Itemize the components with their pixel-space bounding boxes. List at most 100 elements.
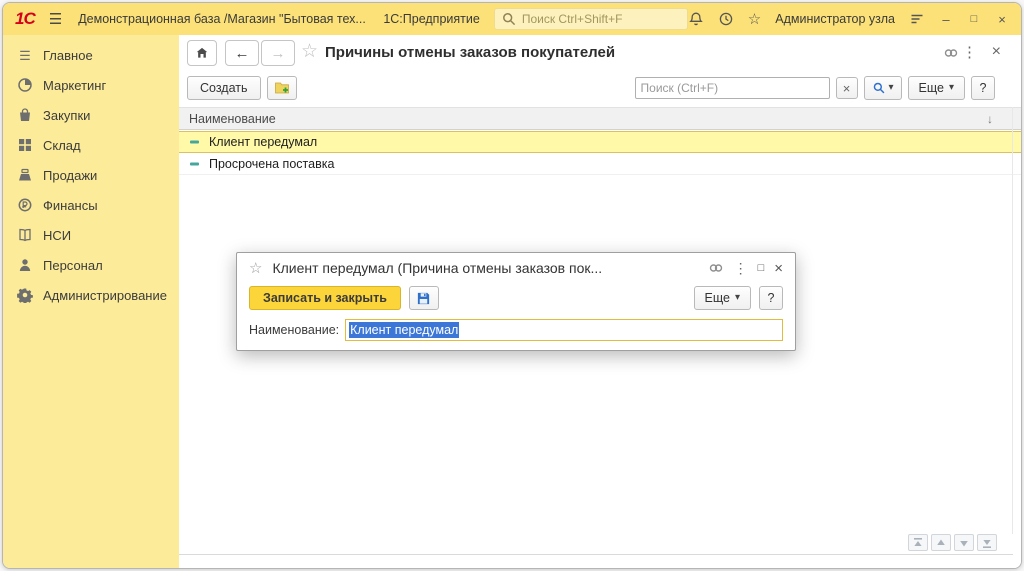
clear-search-button[interactable]: × <box>836 77 858 99</box>
sidebar-item-personal[interactable]: Персонал <box>3 250 179 280</box>
sidebar-item-label: Администрирование <box>43 288 167 303</box>
tools-settings-icon[interactable] <box>909 11 925 27</box>
go-to-bottom-button[interactable] <box>977 534 997 551</box>
dialog-maximize-icon[interactable]: □ <box>758 262 765 274</box>
create-button[interactable]: Создать <box>187 76 261 100</box>
name-field-row: Наименование: Клиент передумал <box>237 313 795 341</box>
sort-descending-icon: ↓ <box>987 112 993 126</box>
warehouse-boxes-icon <box>17 137 33 153</box>
search-icon <box>872 81 886 95</box>
window-close-button[interactable]: × <box>995 13 1009 26</box>
catalog-item-icon <box>189 136 201 148</box>
sidebar-item-label: Главное <box>43 48 93 63</box>
sidebar-item-zakupki[interactable]: Закупки <box>3 100 179 130</box>
notifications-bell-icon[interactable] <box>688 11 704 27</box>
dialog-help-button[interactable]: ? <box>759 286 783 310</box>
dialog-toolbar: Записать и закрыть Еще ▾ ? <box>237 283 795 313</box>
sidebar-item-label: Персонал <box>43 258 103 273</box>
create-group-button[interactable] <box>267 76 297 100</box>
list-search-input[interactable] <box>641 81 824 95</box>
shopping-bag-icon <box>17 107 33 123</box>
dialog-more-menu-icon[interactable]: ⋮ <box>734 260 748 277</box>
app-window: 1С ☰ Демонстрационная база /Магазин "Быт… <box>2 2 1022 569</box>
sidebar-item-administrirovanie[interactable]: Администрирование <box>3 280 179 310</box>
forward-button[interactable]: → <box>261 40 295 66</box>
arrow-bottom-icon <box>980 536 994 550</box>
row-name: Просрочена поставка <box>209 157 334 171</box>
list-search-box[interactable] <box>635 77 830 99</box>
catalog-item-icon <box>189 158 201 170</box>
sidebar-item-glavnoe[interactable]: ☰ Главное <box>3 40 179 70</box>
book-icon <box>17 227 33 243</box>
dropdown-caret-icon: ▾ <box>735 293 740 303</box>
window-title: Демонстрационная база /Магазин "Бытовая … <box>78 12 480 26</box>
sidebar-item-nsi[interactable]: НСИ <box>3 220 179 250</box>
page-up-button[interactable] <box>931 534 951 551</box>
save-button[interactable] <box>409 286 439 310</box>
dialog-favorites-star-icon[interactable]: ☆ <box>249 261 262 276</box>
table-header-name-column[interactable]: Наименование ↓ <box>179 107 1021 130</box>
menu-icon: ☰ <box>17 49 33 62</box>
form-close-icon[interactable]: × <box>992 43 1001 61</box>
sidebar-item-label: Маркетинг <box>43 78 106 93</box>
go-to-top-button[interactable] <box>908 534 928 551</box>
dialog-more-button[interactable]: Еще ▾ <box>694 286 751 310</box>
sidebar-item-label: Закупки <box>43 108 90 123</box>
search-icon <box>501 11 517 27</box>
find-button[interactable]: ▾ <box>864 76 902 100</box>
global-search-box[interactable] <box>494 8 688 30</box>
selected-text: Клиент передумал <box>349 322 459 338</box>
form-bottom-border <box>179 554 1013 555</box>
list-rows: Клиент передумал Просрочена поставка <box>179 131 1021 175</box>
arrow-down-icon <box>957 536 971 550</box>
sidebar-item-finansy[interactable]: Финансы <box>3 190 179 220</box>
add-to-favorites-star-icon[interactable]: ☆ <box>301 42 318 61</box>
home-button[interactable] <box>187 40 217 66</box>
list-toolbar: Создать × ▾ Еще ▾ ? <box>179 73 1021 103</box>
window-maximize-button[interactable]: □ <box>967 14 981 25</box>
window-minimize-button[interactable]: – <box>939 13 953 26</box>
folder-plus-icon <box>274 80 290 96</box>
main-menu-icon[interactable]: ☰ <box>49 12 62 27</box>
back-arrow-icon: ← <box>235 45 250 62</box>
form-more-menu-icon[interactable]: ⋮ <box>962 43 977 61</box>
list-navigation-buttons <box>908 534 997 551</box>
clear-icon: × <box>843 81 851 96</box>
global-search-input[interactable] <box>522 12 681 26</box>
table-row[interactable]: Клиент передумал <box>179 131 1021 153</box>
sidebar-item-prodazhi[interactable]: Продажи <box>3 160 179 190</box>
history-clock-icon[interactable] <box>718 11 734 27</box>
page-down-button[interactable] <box>954 534 974 551</box>
arrow-top-icon <box>911 536 925 550</box>
1c-logo: 1С <box>15 9 35 29</box>
sidebar-item-sklad[interactable]: Склад <box>3 130 179 160</box>
sales-register-icon <box>17 167 33 183</box>
table-row[interactable]: Просрочена поставка <box>179 153 1021 175</box>
column-header-label: Наименование <box>189 112 987 126</box>
database-title: Демонстрационная база /Магазин "Бытовая … <box>78 12 366 26</box>
list-right-border <box>1012 107 1013 534</box>
dialog-close-icon[interactable]: × <box>774 260 783 277</box>
favorites-star-icon[interactable]: ☆ <box>748 12 761 27</box>
back-button[interactable]: ← <box>225 40 259 66</box>
current-user-menu[interactable]: Администратор узла <box>775 12 895 26</box>
dropdown-caret-icon: ▾ <box>889 83 894 93</box>
help-button[interactable]: ? <box>971 76 995 100</box>
more-button-label: Еще <box>705 291 730 305</box>
more-button[interactable]: Еще ▾ <box>908 76 965 100</box>
form-header: ← → ☆ Причины отмены заказов покупателей… <box>179 35 1021 71</box>
name-field-label: Наименование: <box>249 323 339 337</box>
sidebar-item-label: Финансы <box>43 198 98 213</box>
dialog-get-link-icon[interactable] <box>708 260 724 276</box>
save-and-close-button[interactable]: Записать и закрыть <box>249 286 401 310</box>
forward-arrow-icon: → <box>271 45 286 62</box>
titlebar: 1С ☰ Демонстрационная база /Магазин "Быт… <box>3 3 1021 35</box>
get-link-icon[interactable] <box>943 45 959 61</box>
sections-sidebar: ☰ Главное Маркетинг Закупки Склад Прод <box>3 35 179 568</box>
sidebar-item-marketing[interactable]: Маркетинг <box>3 70 179 100</box>
sidebar-item-label: Продажи <box>43 168 97 183</box>
dialog-titlebar: ☆ Клиент передумал (Причина отмены заказ… <box>237 253 795 283</box>
name-input[interactable]: Клиент передумал <box>345 319 783 341</box>
home-icon <box>195 46 209 60</box>
more-button-label: Еще <box>919 81 944 95</box>
